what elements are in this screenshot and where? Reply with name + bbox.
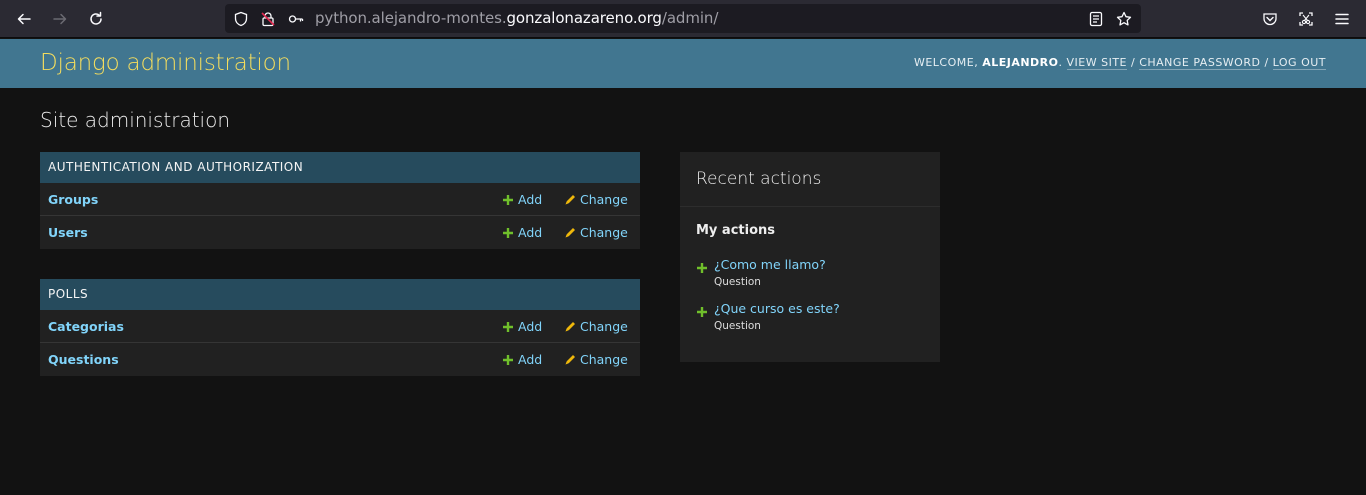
recent-action-type: Question [714, 276, 761, 288]
url-path: /admin/ [661, 9, 719, 27]
lock-broken-icon[interactable] [259, 10, 277, 28]
change-label: Change [580, 192, 628, 207]
add-label: Add [518, 352, 543, 367]
module-caption[interactable]: AUTHENTICATION AND AUTHORIZATION [40, 152, 640, 183]
pencil-icon [564, 194, 576, 206]
add-label: Add [518, 192, 543, 207]
key-icon[interactable] [287, 10, 305, 28]
change-questions-button[interactable]: Change [564, 352, 628, 367]
url-prefix: python.alejandro-montes. [315, 9, 507, 27]
add-icon [502, 321, 514, 333]
welcome-dot: . [1058, 56, 1067, 69]
add-icon [502, 194, 514, 206]
view-site-link[interactable]: VIEW SITE [1066, 56, 1127, 70]
add-label: Add [518, 225, 543, 240]
forward-icon[interactable] [48, 7, 72, 31]
bookmark-star-icon[interactable] [1115, 10, 1133, 28]
screenshot-icon[interactable] [1294, 7, 1318, 31]
recent-action-type: Question [714, 320, 761, 332]
pencil-icon [564, 227, 576, 239]
shield-icon[interactable] [232, 10, 250, 28]
pocket-icon[interactable] [1258, 7, 1282, 31]
back-icon[interactable] [12, 7, 36, 31]
change-categorias-button[interactable]: Change [564, 319, 628, 334]
model-link-users[interactable]: Users [48, 225, 88, 240]
model-row-groups: Groups Add Change [40, 183, 640, 216]
add-icon [502, 354, 514, 366]
recent-action-link[interactable]: ¿Que curso es este? [714, 301, 840, 316]
welcome-text: WELCOME, [913, 56, 983, 69]
add-icon [502, 227, 514, 239]
divider [680, 206, 940, 207]
add-groups-button[interactable]: Add [502, 192, 542, 207]
my-actions-heading: My actions [696, 223, 776, 238]
change-password-link[interactable]: CHANGE PASSWORD [1139, 56, 1261, 70]
logout-link[interactable]: LOG OUT [1272, 56, 1326, 70]
username: ALEJANDRO [982, 56, 1059, 69]
django-header: Django administration WELCOME, ALEJANDRO… [0, 39, 1366, 88]
change-label: Change [580, 352, 628, 367]
app-module-auth: AUTHENTICATION AND AUTHORIZATION Groups … [40, 152, 640, 249]
url-domain: gonzalonazareno.org [506, 9, 662, 27]
add-label: Add [518, 319, 543, 334]
addition-icon [696, 303, 708, 317]
add-categorias-button[interactable]: Add [502, 319, 542, 334]
model-row-categorias: Categorias Add Change [40, 310, 640, 343]
model-row-users: Users Add Change [40, 216, 640, 249]
change-groups-button[interactable]: Change [564, 192, 628, 207]
url-bar[interactable]: python.alejandro-montes.gonzalonazareno.… [225, 4, 1141, 33]
browser-toolbar: python.alejandro-montes.gonzalonazareno.… [0, 0, 1366, 38]
module-caption[interactable]: POLLS [40, 279, 640, 310]
model-link-questions[interactable]: Questions [48, 352, 119, 367]
url-text[interactable]: python.alejandro-montes.gonzalonazareno.… [315, 9, 718, 28]
add-users-button[interactable]: Add [502, 225, 542, 240]
change-label: Change [580, 225, 628, 240]
menu-icon[interactable] [1330, 7, 1354, 31]
addition-icon [696, 259, 708, 273]
model-link-categorias[interactable]: Categorias [48, 319, 124, 334]
change-users-button[interactable]: Change [564, 225, 628, 240]
app-module-polls: POLLS Categorias Add Change Questions Ad… [40, 279, 640, 376]
pencil-icon [564, 321, 576, 333]
page-title: Site administration [40, 108, 231, 132]
reader-view-icon[interactable] [1087, 10, 1105, 28]
user-tools-sep: / [1260, 56, 1273, 69]
pencil-icon [564, 354, 576, 366]
user-tools: WELCOME, ALEJANDRO. VIEW SITE / CHANGE P… [914, 56, 1326, 70]
model-link-groups[interactable]: Groups [48, 192, 98, 207]
recent-action-link[interactable]: ¿Como me llamo? [714, 257, 826, 272]
user-tools-sep: / [1127, 56, 1140, 69]
reload-icon[interactable] [84, 7, 108, 31]
add-questions-button[interactable]: Add [502, 352, 542, 367]
recent-actions-title: Recent actions [696, 169, 822, 189]
change-label: Change [580, 319, 628, 334]
recent-actions-panel: Recent actions My actions ¿Como me llamo… [680, 152, 940, 362]
model-row-questions: Questions Add Change [40, 343, 640, 376]
site-branding[interactable]: Django administration [40, 49, 291, 77]
